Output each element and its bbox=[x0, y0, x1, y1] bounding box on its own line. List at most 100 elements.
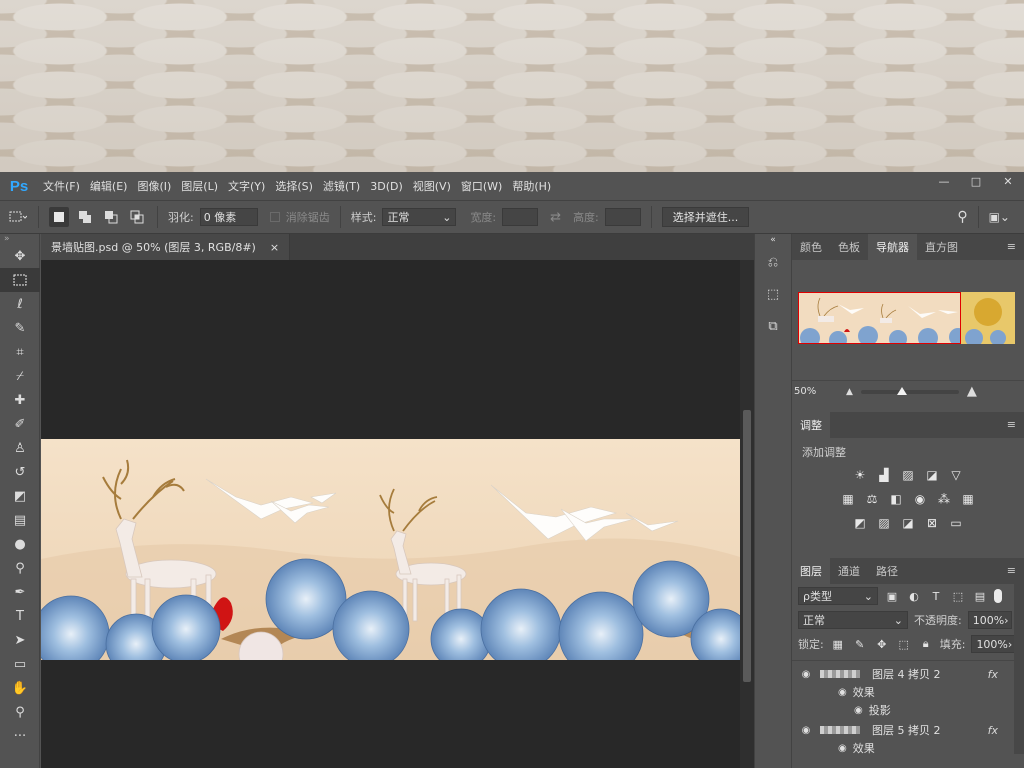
layers-scrollbar[interactable] bbox=[1014, 584, 1024, 754]
zoom-out-icon[interactable]: ▲ bbox=[846, 387, 853, 397]
menu-window[interactable]: 窗口(W) bbox=[456, 178, 507, 194]
levels-icon[interactable]: ▟ bbox=[875, 466, 893, 484]
selective-color-icon[interactable]: ⊠ bbox=[923, 514, 941, 532]
history-icon[interactable]: ⎌ bbox=[755, 246, 791, 278]
new-selection-button[interactable] bbox=[49, 207, 69, 227]
color-lookup-icon[interactable]: ▦ bbox=[959, 490, 977, 508]
layer-effect-item[interactable]: ◉ 投影 bbox=[792, 701, 1024, 719]
menu-image[interactable]: 图像(I) bbox=[132, 178, 176, 194]
filter-adjustment-icon[interactable]: ◐ bbox=[906, 588, 922, 604]
hue-saturation-icon[interactable]: ▦ bbox=[839, 490, 857, 508]
zoom-tool-icon[interactable]: ⚲ bbox=[0, 700, 40, 724]
panel-menu-icon[interactable]: ≡ bbox=[1007, 564, 1016, 577]
history-brush-tool-icon[interactable]: ↺ bbox=[0, 460, 40, 484]
fill-input[interactable]: 100% › bbox=[971, 635, 1016, 653]
visibility-eye-icon[interactable]: ◉ bbox=[854, 705, 863, 716]
lock-all-icon[interactable]: 🔒︎ bbox=[918, 636, 934, 652]
search-icon[interactable]: ⚲ bbox=[957, 209, 967, 225]
vibrance-icon[interactable]: ▽ bbox=[947, 466, 965, 484]
menu-filter[interactable]: 滤镜(T) bbox=[318, 178, 365, 194]
fx-icon[interactable]: fx bbox=[988, 668, 998, 681]
menu-help[interactable]: 帮助(H) bbox=[507, 178, 556, 194]
hand-tool-icon[interactable]: ✋ bbox=[0, 676, 40, 700]
path-selection-tool-icon[interactable]: ➤ bbox=[0, 628, 40, 652]
blur-tool-icon[interactable]: ● bbox=[0, 532, 40, 556]
tab-adjustments[interactable]: 调整 bbox=[792, 412, 830, 438]
channel-mixer-icon[interactable]: ⁂ bbox=[935, 490, 953, 508]
antialias-checkbox[interactable] bbox=[269, 212, 280, 222]
lock-transparent-icon[interactable]: ▦ bbox=[830, 636, 846, 652]
tab-layers[interactable]: 图层 bbox=[792, 558, 830, 584]
rect-marquee-tool-icon[interactable] bbox=[0, 268, 40, 292]
zoom-level-input[interactable]: 50% bbox=[794, 384, 838, 400]
scrollbar-thumb[interactable] bbox=[743, 410, 751, 682]
opacity-input[interactable]: 100% › bbox=[967, 611, 1012, 629]
lasso-tool-icon[interactable]: ℓ bbox=[0, 292, 40, 316]
more-tools-icon[interactable]: ··· bbox=[0, 724, 40, 748]
dodge-tool-icon[interactable]: ⚲ bbox=[0, 556, 40, 580]
intersect-selection-button[interactable] bbox=[127, 207, 147, 227]
collapse-toolbar-icon[interactable]: » bbox=[0, 234, 39, 244]
add-to-selection-button[interactable] bbox=[75, 207, 95, 227]
tab-histogram[interactable]: 直方图 bbox=[917, 234, 966, 260]
eraser-tool-icon[interactable]: ◩ bbox=[0, 484, 40, 508]
tab-channels[interactable]: 通道 bbox=[830, 558, 868, 584]
lock-paint-icon[interactable]: ✎ bbox=[852, 636, 868, 652]
menu-file[interactable]: 文件(F) bbox=[38, 178, 85, 194]
clone-stamp-tool-icon[interactable]: ♙ bbox=[0, 436, 40, 460]
blend-mode-select[interactable]: 正常 ⌄ bbox=[798, 611, 908, 629]
properties-icon[interactable]: ⧉ bbox=[755, 310, 791, 342]
menu-view[interactable]: 视图(V) bbox=[408, 178, 456, 194]
rectangle-tool-icon[interactable]: ▭ bbox=[0, 652, 40, 676]
filter-smart-object-icon[interactable]: ▤ bbox=[972, 588, 988, 604]
navigator-view-box[interactable] bbox=[798, 292, 961, 344]
menu-3d[interactable]: 3D(D) bbox=[365, 180, 408, 193]
filter-shape-icon[interactable]: ⬚ bbox=[950, 588, 966, 604]
close-button[interactable]: ✕ bbox=[992, 172, 1024, 194]
visibility-eye-icon[interactable]: ◉ bbox=[792, 669, 820, 680]
invert-icon[interactable]: ◩ bbox=[851, 514, 869, 532]
visibility-eye-icon[interactable]: ◉ bbox=[838, 743, 847, 754]
maximize-button[interactable]: □ bbox=[960, 172, 992, 194]
brush-tool-icon[interactable]: ✐ bbox=[0, 412, 40, 436]
swap-icon[interactable]: ⇄ bbox=[550, 210, 561, 225]
minimize-button[interactable]: — bbox=[928, 172, 960, 194]
vertical-scrollbar[interactable] bbox=[740, 260, 754, 768]
filter-pixel-icon[interactable]: ▣ bbox=[884, 588, 900, 604]
marquee-preset-picker[interactable] bbox=[8, 207, 28, 227]
style-select[interactable]: 正常 ⌄ bbox=[382, 208, 457, 226]
panel-menu-icon[interactable]: ≡ bbox=[1007, 240, 1016, 253]
workspace-icon[interactable]: ▣⌄ bbox=[989, 210, 1010, 224]
gradient-tool-icon[interactable]: ▤ bbox=[0, 508, 40, 532]
crop-tool-icon[interactable]: ⌗ bbox=[0, 340, 40, 364]
close-tab-icon[interactable]: × bbox=[270, 241, 279, 254]
tab-paths[interactable]: 路径 bbox=[868, 558, 906, 584]
zoom-slider-knob[interactable] bbox=[897, 386, 908, 395]
tab-navigator[interactable]: 导航器 bbox=[868, 234, 917, 260]
curves-icon[interactable]: ▨ bbox=[899, 466, 917, 484]
menu-layer[interactable]: 图层(L) bbox=[176, 178, 223, 194]
visibility-eye-icon[interactable]: ◉ bbox=[792, 725, 820, 736]
height-input[interactable] bbox=[604, 208, 641, 226]
color-balance-icon[interactable]: ⚖ bbox=[863, 490, 881, 508]
filter-toggle[interactable] bbox=[994, 589, 1002, 603]
tab-swatches[interactable]: 色板 bbox=[830, 234, 868, 260]
tab-color[interactable]: 颜色 bbox=[792, 234, 830, 260]
width-input[interactable] bbox=[502, 208, 539, 226]
layer-row[interactable]: ◉ 图层 5 拷贝 2 fx bbox=[792, 721, 1024, 739]
expand-panels-icon[interactable]: « bbox=[755, 234, 791, 246]
quick-selection-tool-icon[interactable]: ✎ bbox=[0, 316, 40, 340]
lock-artboard-icon[interactable]: ⬚ bbox=[896, 636, 912, 652]
select-and-mask-button[interactable]: 选择并遮住... bbox=[661, 207, 750, 227]
menu-select[interactable]: 选择(S) bbox=[270, 178, 318, 194]
layer-row[interactable]: ◉ 图层 4 拷贝 2 fx bbox=[792, 665, 1024, 683]
posterize-icon[interactable]: ▨ bbox=[875, 514, 893, 532]
gradient-map-icon[interactable]: ▭ bbox=[947, 514, 965, 532]
panel-menu-icon[interactable]: ≡ bbox=[1007, 418, 1016, 431]
menu-edit[interactable]: 编辑(E) bbox=[85, 178, 133, 194]
feather-input[interactable] bbox=[199, 208, 258, 226]
layer-effects-row[interactable]: ◉ 效果 bbox=[792, 683, 1024, 701]
visibility-eye-icon[interactable]: ◉ bbox=[838, 687, 847, 698]
canvas-image[interactable] bbox=[41, 439, 740, 660]
type-tool-icon[interactable]: T bbox=[0, 604, 40, 628]
